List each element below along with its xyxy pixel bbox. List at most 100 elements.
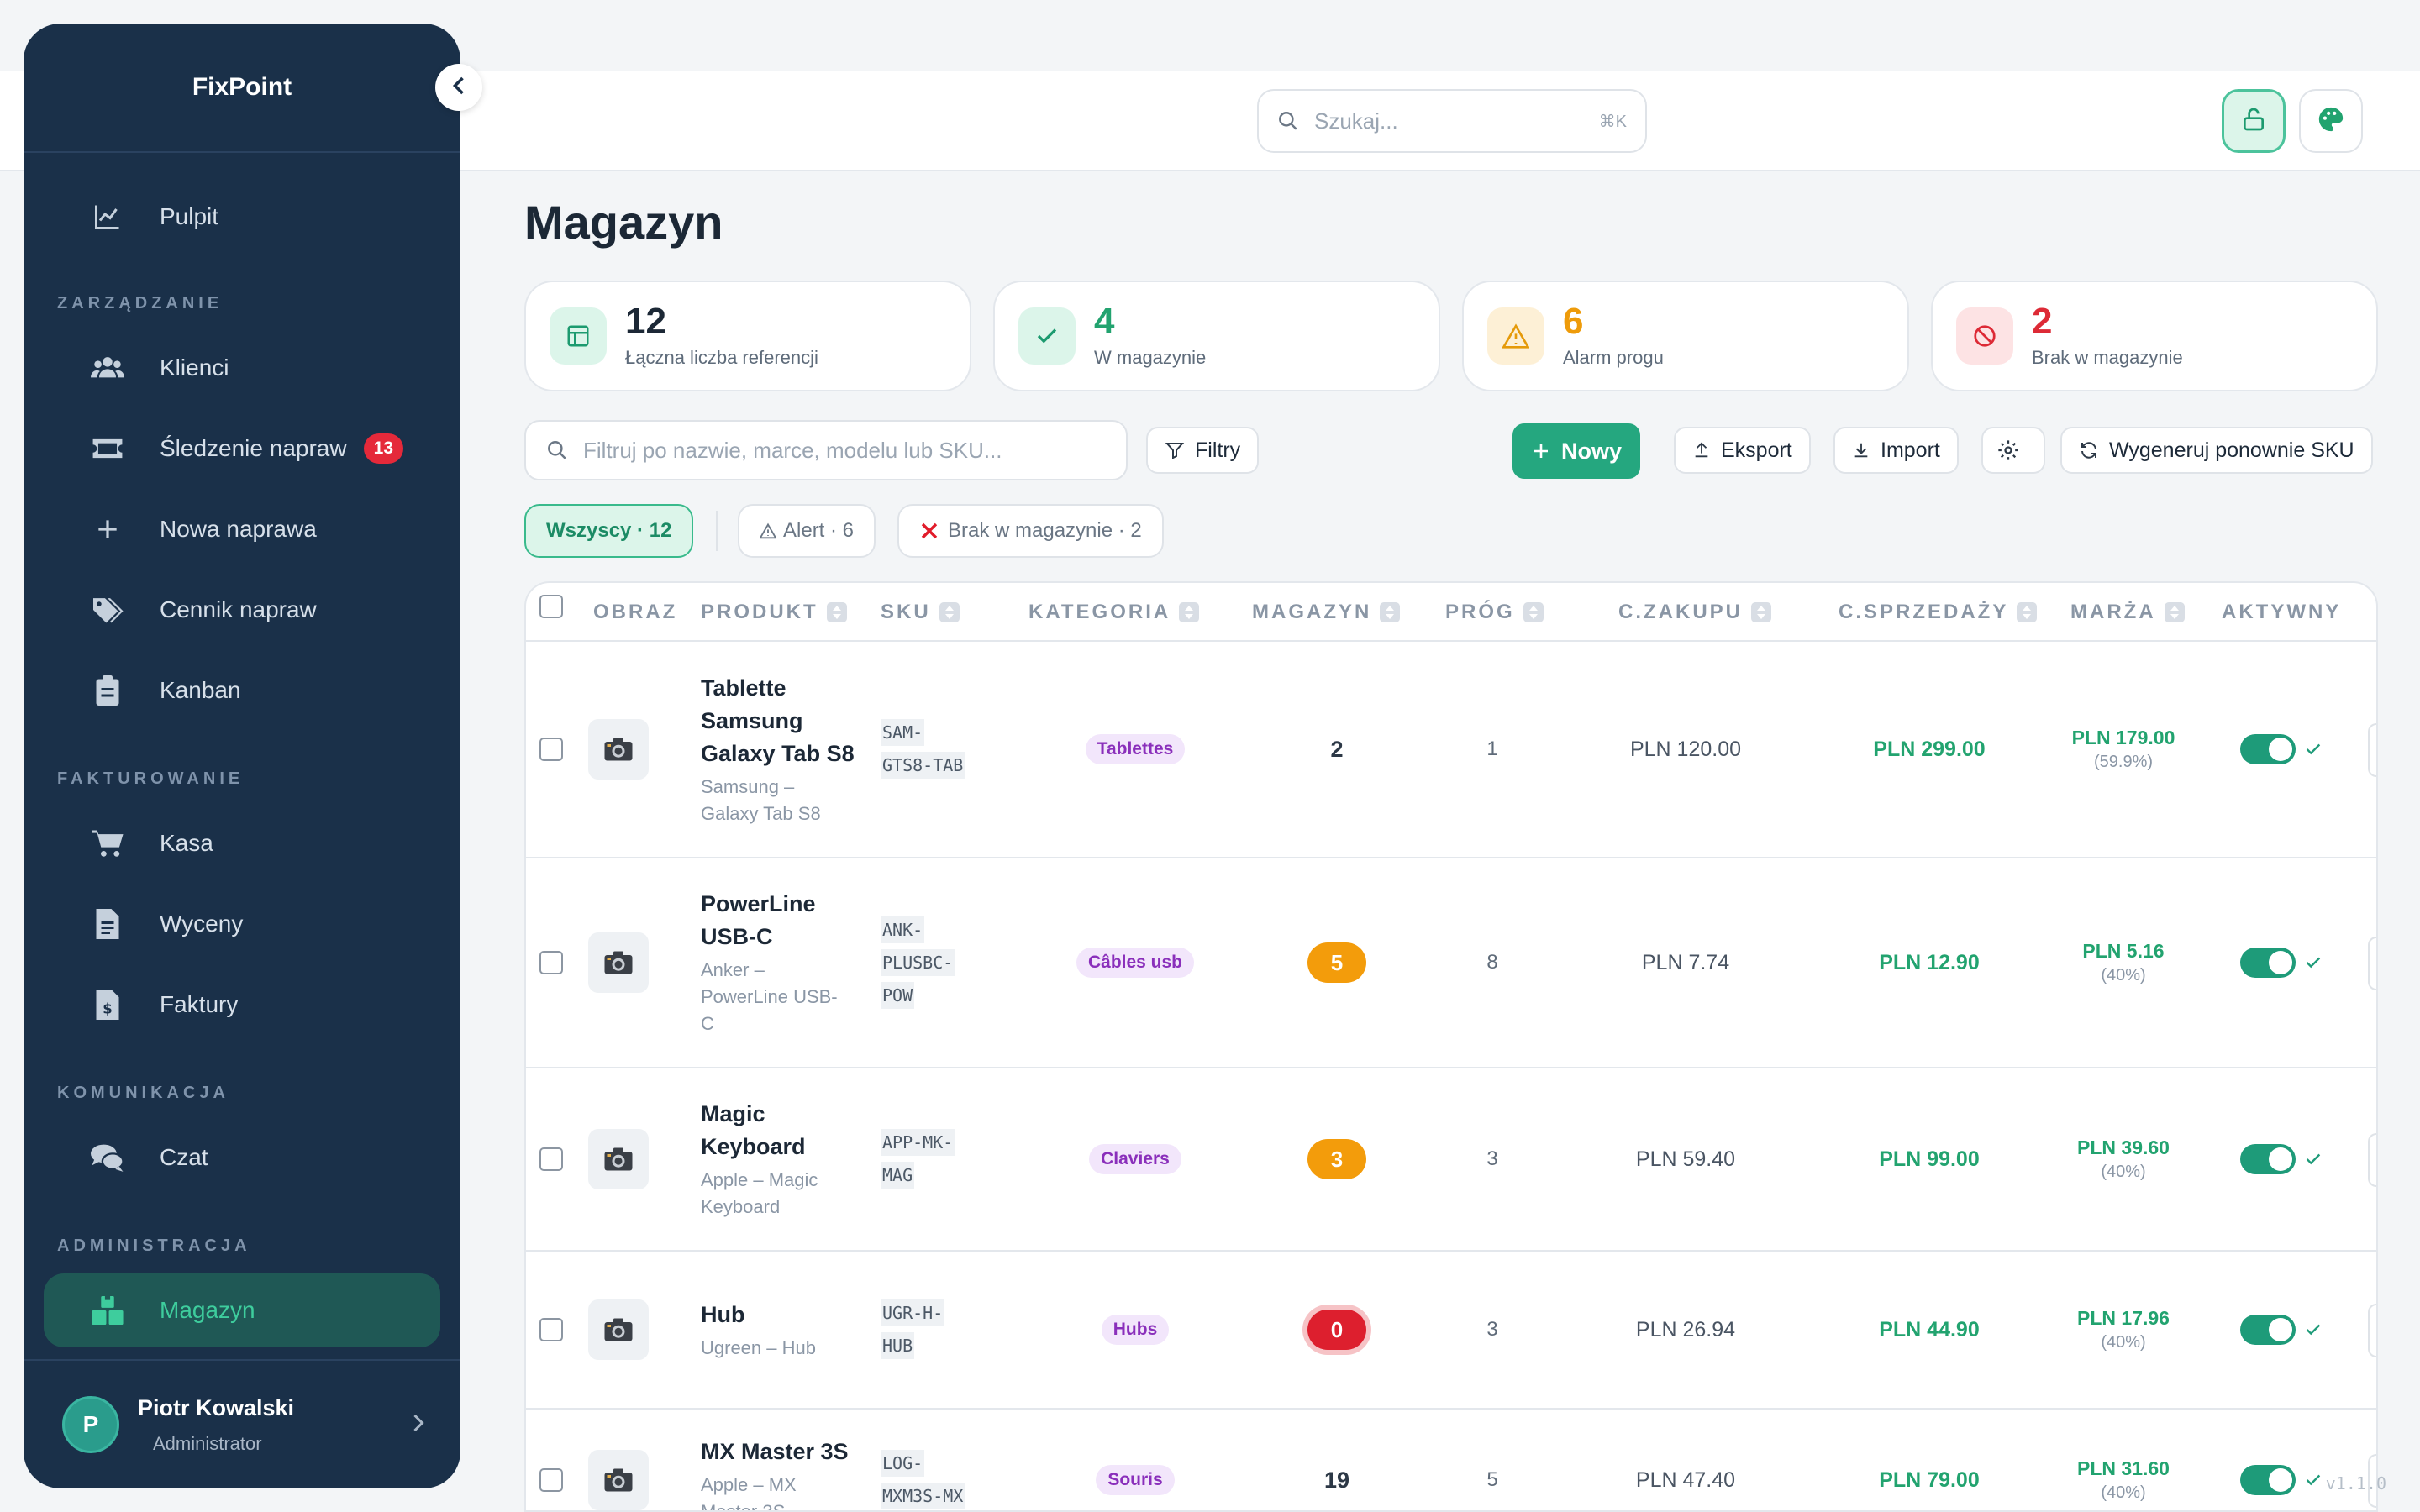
sidebar-section-heading: KOMUNIKACJA [57, 1084, 229, 1102]
sort-icon [1523, 602, 1544, 622]
export-button[interactable]: Eksport [1674, 427, 1811, 474]
row-checkbox[interactable] [539, 1318, 563, 1341]
product-subtitle: Apple – Magic [701, 1169, 818, 1190]
column-header-product[interactable]: PRODUKT [701, 583, 847, 642]
select-all-checkbox[interactable] [539, 595, 563, 618]
table-row[interactable]: MX Master 3S Apple – MX Master 3S LOG- MXM3… [526, 1410, 2376, 1510]
column-header-category[interactable]: KATEGORIA [1028, 583, 1200, 642]
active-toggle[interactable] [2240, 1144, 2296, 1174]
sidebar-item-kanban[interactable]: Kanban [44, 654, 440, 727]
purchase-price: PLN 59.40 [1635, 1147, 1736, 1171]
sku-code: SAM- [881, 719, 925, 746]
tags-icon [87, 590, 128, 630]
user-name: Piotr Kowalski [138, 1394, 295, 1420]
column-header-sku[interactable]: SKU [881, 583, 960, 642]
row-checkbox[interactable] [539, 951, 563, 974]
stat-card-total: 12 Łączna liczba referencji [524, 281, 971, 391]
collapse-sidebar-button[interactable] [435, 64, 482, 111]
row-checkbox[interactable] [539, 738, 563, 761]
chip-out-of-stock[interactable]: Brak w magazynie · 2 [897, 504, 1164, 558]
lock-button[interactable] [2222, 89, 2286, 153]
sidebar-item-magazyn[interactable]: Magazyn [44, 1273, 440, 1347]
sidebar-item-label: Magazyn [160, 1297, 255, 1323]
chip-label: Brak w magazynie · 2 [948, 519, 1142, 542]
product-image[interactable] [588, 1129, 649, 1189]
sidebar-item-nowa-naprawa[interactable]: Nowa naprawa [44, 492, 440, 566]
row-checkbox[interactable] [539, 1147, 563, 1171]
notification-badge: 13 [363, 433, 403, 464]
table-row[interactable]: Magic Keyboard Apple – Magic Keyboard APP-M… [526, 1068, 2376, 1252]
stat-card-out-of-stock: 2 Brak w magazynie [1931, 281, 2378, 391]
theme-button[interactable] [2299, 89, 2363, 153]
chat-icon [87, 1137, 128, 1178]
table-row[interactable]: PowerLine USB-C Anker – PowerLine USB- C ANK… [526, 858, 2376, 1068]
sidebar-item-sledzenie-napraw[interactable]: Śledzenie napraw 13 [44, 412, 440, 486]
regenerate-label: Wygeneruj ponownie SKU [2109, 438, 2354, 462]
search-placeholder: Szukaj... [1314, 108, 1398, 134]
stat-value: 4 [1094, 301, 1115, 342]
table-row[interactable]: Hub Ugreen – Hub UGR-H- HUB Hubs 0 3 PLN 2… [526, 1252, 2376, 1410]
sidebar-item-label: Klienci [160, 354, 229, 381]
column-header-stock[interactable]: MAGAZYN [1252, 583, 1401, 642]
avatar: P [62, 1396, 119, 1453]
chip-alert[interactable]: Alert · 6 [738, 504, 876, 558]
threshold-value: 5 [1486, 1468, 1498, 1491]
table-icon [550, 307, 607, 365]
row-actions-button[interactable] [2368, 723, 2376, 777]
active-toggle[interactable] [2240, 1315, 2296, 1345]
sale-price: PLN 79.00 [1879, 1467, 1980, 1492]
boxes-icon [87, 1290, 128, 1331]
chip-label: Alert · 6 [783, 519, 855, 542]
regenerate-sku-button[interactable]: Wygeneruj ponownie SKU [2060, 427, 2373, 474]
settings-button[interactable] [1981, 427, 2045, 474]
camera-icon [603, 1467, 634, 1493]
chip-all[interactable]: Wszyscy · 12 [524, 504, 694, 558]
product-image[interactable] [588, 719, 649, 780]
table-row[interactable]: Tablette Samsung Galaxy Tab S8 Samsung – Gal… [526, 642, 2376, 858]
sidebar-item-cennik-napraw[interactable]: Cennik napraw [44, 573, 440, 647]
stat-label: W magazynie [1094, 347, 1207, 368]
filters-button[interactable]: Filtry [1146, 427, 1260, 474]
new-button[interactable]: Nowy [1512, 423, 1641, 479]
column-header-purchase-price[interactable]: C.ZAKUPU [1618, 583, 1771, 642]
row-actions-button[interactable] [2368, 1133, 2376, 1187]
check-icon [2304, 1150, 2323, 1168]
filter-input[interactable]: Filtruj po nazwie, marce, modelu lub SKU… [524, 420, 1128, 480]
active-toggle[interactable] [2240, 1465, 2296, 1495]
column-header-threshold[interactable]: PRÓG [1445, 583, 1544, 642]
sidebar-item-label: Czat [160, 1144, 208, 1170]
product-image[interactable] [588, 932, 649, 993]
import-button[interactable]: Import [1833, 427, 1959, 474]
sidebar-item-klienci[interactable]: Klienci [44, 331, 440, 405]
product-name: Hub [701, 1301, 745, 1327]
stat-label: Łączna liczba referencji [625, 347, 818, 368]
search-input[interactable]: Szukaj... ⌘K [1257, 89, 1647, 153]
threshold-value: 3 [1486, 1318, 1498, 1341]
sidebar-item-czat[interactable]: Czat [44, 1121, 440, 1194]
sidebar-item-kasa[interactable]: Kasa [44, 806, 440, 880]
threshold-value: 3 [1486, 1147, 1498, 1170]
user-profile[interactable]: P Piotr Kowalski Administrator [24, 1359, 460, 1488]
sort-icon [2017, 602, 2038, 622]
sidebar-item-wyceny[interactable]: Wyceny [44, 887, 440, 961]
product-image[interactable] [588, 1450, 649, 1510]
row-checkbox[interactable] [539, 1468, 563, 1492]
cart-icon [87, 823, 128, 864]
active-toggle[interactable] [2240, 734, 2296, 764]
plus-icon [87, 509, 128, 549]
active-toggle[interactable] [2240, 948, 2296, 978]
column-header-sale-price[interactable]: C.SPRZEDAŻY [1839, 583, 2038, 642]
sidebar-item-pulpit[interactable]: Pulpit [44, 180, 440, 254]
product-name: MX Master 3S [701, 1438, 849, 1464]
row-actions-button[interactable] [2368, 937, 2376, 990]
sidebar-item-label: Faktury [160, 991, 239, 1017]
column-header-margin[interactable]: MARŻA [2070, 583, 2185, 642]
category-badge: Claviers [1089, 1144, 1181, 1174]
palette-icon [2317, 105, 2345, 138]
sku-code: PLUSBC- [881, 948, 955, 976]
product-image[interactable] [588, 1299, 649, 1360]
product-name: PowerLine [701, 891, 816, 916]
row-actions-button[interactable] [2368, 1304, 2376, 1357]
sku-code: GTS8-TAB [881, 752, 965, 779]
sidebar-item-faktury[interactable]: $ Faktury [44, 968, 440, 1042]
